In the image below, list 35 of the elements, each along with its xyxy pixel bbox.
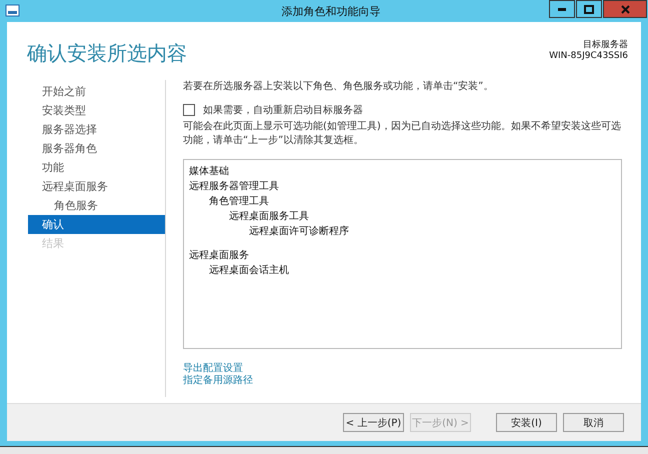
wizard-button[interactable]: 安装(I) [496,413,557,432]
feature-item: 角色管理工具 [208,195,270,209]
wizard-step[interactable]: 服务器角色 [28,139,165,158]
wizard-step[interactable]: 角色服务 [28,196,165,215]
server-manager-icon [5,4,21,18]
close-icon [620,4,630,14]
target-server-label: 目标服务器 [582,40,628,51]
wizard-step[interactable]: 服务器选择 [28,120,165,139]
restart-label: 如果需要，自动重新启动目标服务器 [203,104,363,117]
minimize-button[interactable] [549,0,575,18]
restart-checkbox[interactable] [183,104,195,116]
maximize-button[interactable] [576,0,602,18]
window-title: 添加角色和功能向导 [282,4,380,18]
wizard-button[interactable]: 取消 [563,413,624,432]
feature-item: 媒体基础 [189,164,230,179]
wizard-step[interactable]: 安装类型 [28,101,165,120]
wizard-step[interactable]: 确认 [28,215,165,234]
link[interactable]: 指定备用源路径 [183,375,253,387]
close-button[interactable] [603,0,647,18]
feature-item: 远程桌面许可诊断程序 [248,224,350,239]
wizard-step[interactable]: 开始之前 [28,82,165,101]
feature-item: 远程服务器管理工具 [189,180,280,194]
intro-text: 若要在所选服务器上安装以下角色、角色服务或功能，请单击“安装”。 [183,80,494,94]
page-heading: 确认安装所选内容 [27,40,187,67]
feature-item: 远程桌面服务 [189,248,250,263]
minimize-icon [558,8,566,10]
wizard-step[interactable]: 功能 [28,158,165,177]
note-text: 可能会在此页面上显示可选功能(如管理工具)，因为已自动选择这些功能。如果不希望安装这些可选功能，请单击“上一步”以清除其复选框。 [183,120,622,148]
wizard-step[interactable]: 远程桌面服务 [28,177,165,196]
feature-item: 远程桌面会话主机 [208,264,290,278]
target-server-name: WIN-85J9C43SSI6 [549,51,628,62]
maximize-icon [584,4,594,14]
link[interactable]: 导出配置设置 [183,363,243,375]
wizard-button[interactable]: < 上一步(P) [343,413,404,432]
feature-item: 远程桌面服务工具 [228,210,310,224]
